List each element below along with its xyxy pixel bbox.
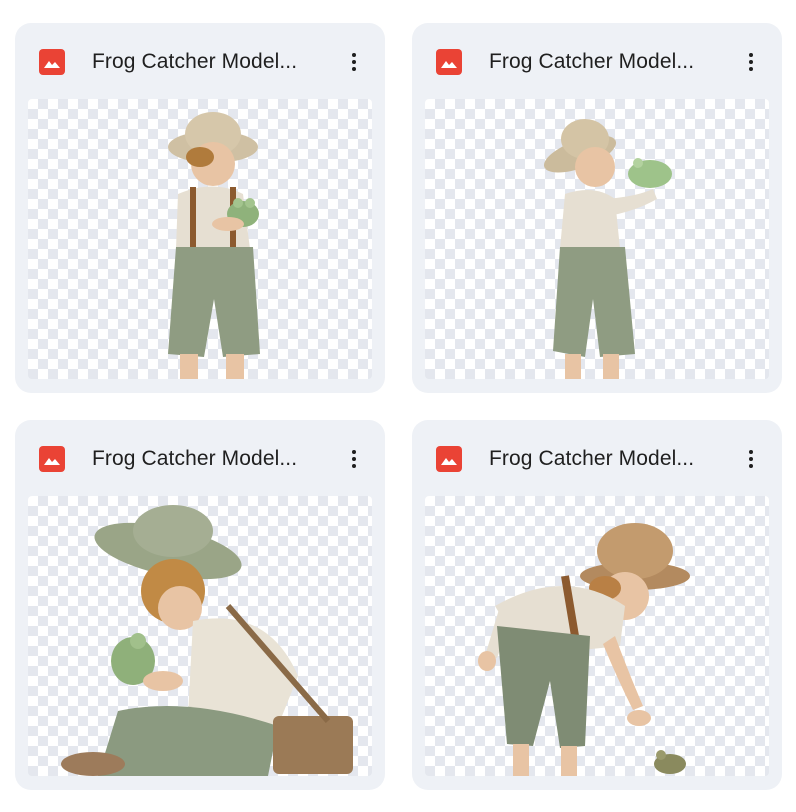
file-card[interactable]: Frog Catcher Model... xyxy=(15,23,385,393)
file-title[interactable]: Frog Catcher Model... xyxy=(489,50,729,74)
image-thumbnail[interactable] xyxy=(28,99,372,379)
image-thumbnail[interactable] xyxy=(425,496,769,776)
file-title[interactable]: Frog Catcher Model... xyxy=(92,50,332,74)
more-vert-icon xyxy=(352,53,356,57)
file-card[interactable]: Frog Catcher Model... xyxy=(412,23,782,393)
more-options-button[interactable] xyxy=(337,442,371,476)
more-vert-icon xyxy=(352,450,356,454)
image-file-icon xyxy=(39,49,65,75)
image-thumbnail[interactable] xyxy=(28,496,372,776)
file-title[interactable]: Frog Catcher Model... xyxy=(489,447,729,471)
more-options-button[interactable] xyxy=(734,442,768,476)
image-thumbnail[interactable] xyxy=(425,99,769,379)
image-file-icon xyxy=(436,49,462,75)
more-options-button[interactable] xyxy=(734,45,768,79)
image-file-icon xyxy=(39,446,65,472)
boy-bending-toward-frog-figure xyxy=(478,523,690,776)
file-card-header: Frog Catcher Model... xyxy=(15,420,385,496)
file-title[interactable]: Frog Catcher Model... xyxy=(92,447,332,471)
more-vert-icon xyxy=(749,53,753,57)
file-card-header: Frog Catcher Model... xyxy=(15,23,385,99)
file-card[interactable]: Frog Catcher Model... xyxy=(412,420,782,790)
file-card-header: Frog Catcher Model... xyxy=(412,420,782,496)
boy-with-frog-standing-figure xyxy=(168,112,260,379)
boy-crouching-with-frog-figure xyxy=(61,505,353,776)
file-card[interactable]: Frog Catcher Model... xyxy=(15,420,385,790)
file-grid: Frog Catcher Model... Frog Catcher Model… xyxy=(0,0,796,812)
more-vert-icon xyxy=(749,450,753,454)
image-file-icon xyxy=(436,446,462,472)
more-options-button[interactable] xyxy=(337,45,371,79)
boy-holding-frog-profile-figure xyxy=(543,119,672,379)
file-card-header: Frog Catcher Model... xyxy=(412,23,782,99)
